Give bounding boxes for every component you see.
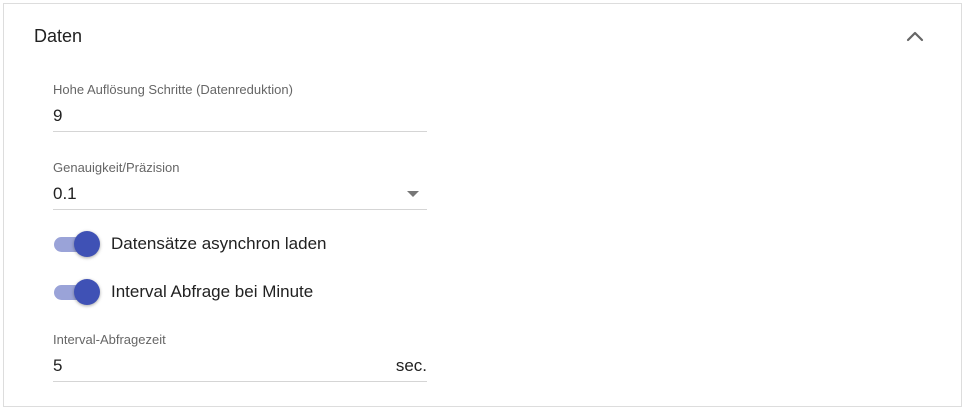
- resolution-label: Hohe Auflösung Schritte (Datenreduktion): [53, 82, 293, 97]
- interval-input[interactable]: [53, 356, 253, 376]
- interval-unit: sec.: [395, 356, 427, 375]
- resolution-field[interactable]: Hohe Auflösung Schritte (Datenreduktion): [53, 80, 427, 132]
- precision-value: 0.1: [53, 184, 77, 203]
- panel-title: Daten: [34, 26, 83, 46]
- interval-minute-label: Interval Abfrage bei Minute: [111, 282, 314, 301]
- toggle-thumb[interactable]: [74, 279, 100, 305]
- interval-minute-toggle[interactable]: Interval Abfrage bei Minute: [53, 278, 353, 306]
- interval-label: Interval-Abfragezeit: [53, 332, 166, 347]
- toggle-thumb[interactable]: [74, 231, 100, 257]
- chevron-up-icon: [906, 31, 924, 42]
- panel-header[interactable]: Daten: [4, 4, 961, 66]
- resolution-input[interactable]: [53, 106, 353, 126]
- collapse-button[interactable]: [900, 22, 930, 52]
- caret-down-icon: [407, 191, 419, 197]
- precision-select[interactable]: Genauigkeit/Präzision 0.1: [53, 158, 427, 210]
- async-load-label: Datensätze asynchron laden: [111, 234, 327, 253]
- interval-field[interactable]: Interval-Abfragezeit sec.: [53, 330, 427, 382]
- data-panel: Daten Hohe Auflösung Schritte (Datenredu…: [3, 3, 962, 407]
- async-load-toggle[interactable]: Datensätze asynchron laden: [53, 230, 353, 258]
- precision-label: Genauigkeit/Präzision: [53, 160, 180, 175]
